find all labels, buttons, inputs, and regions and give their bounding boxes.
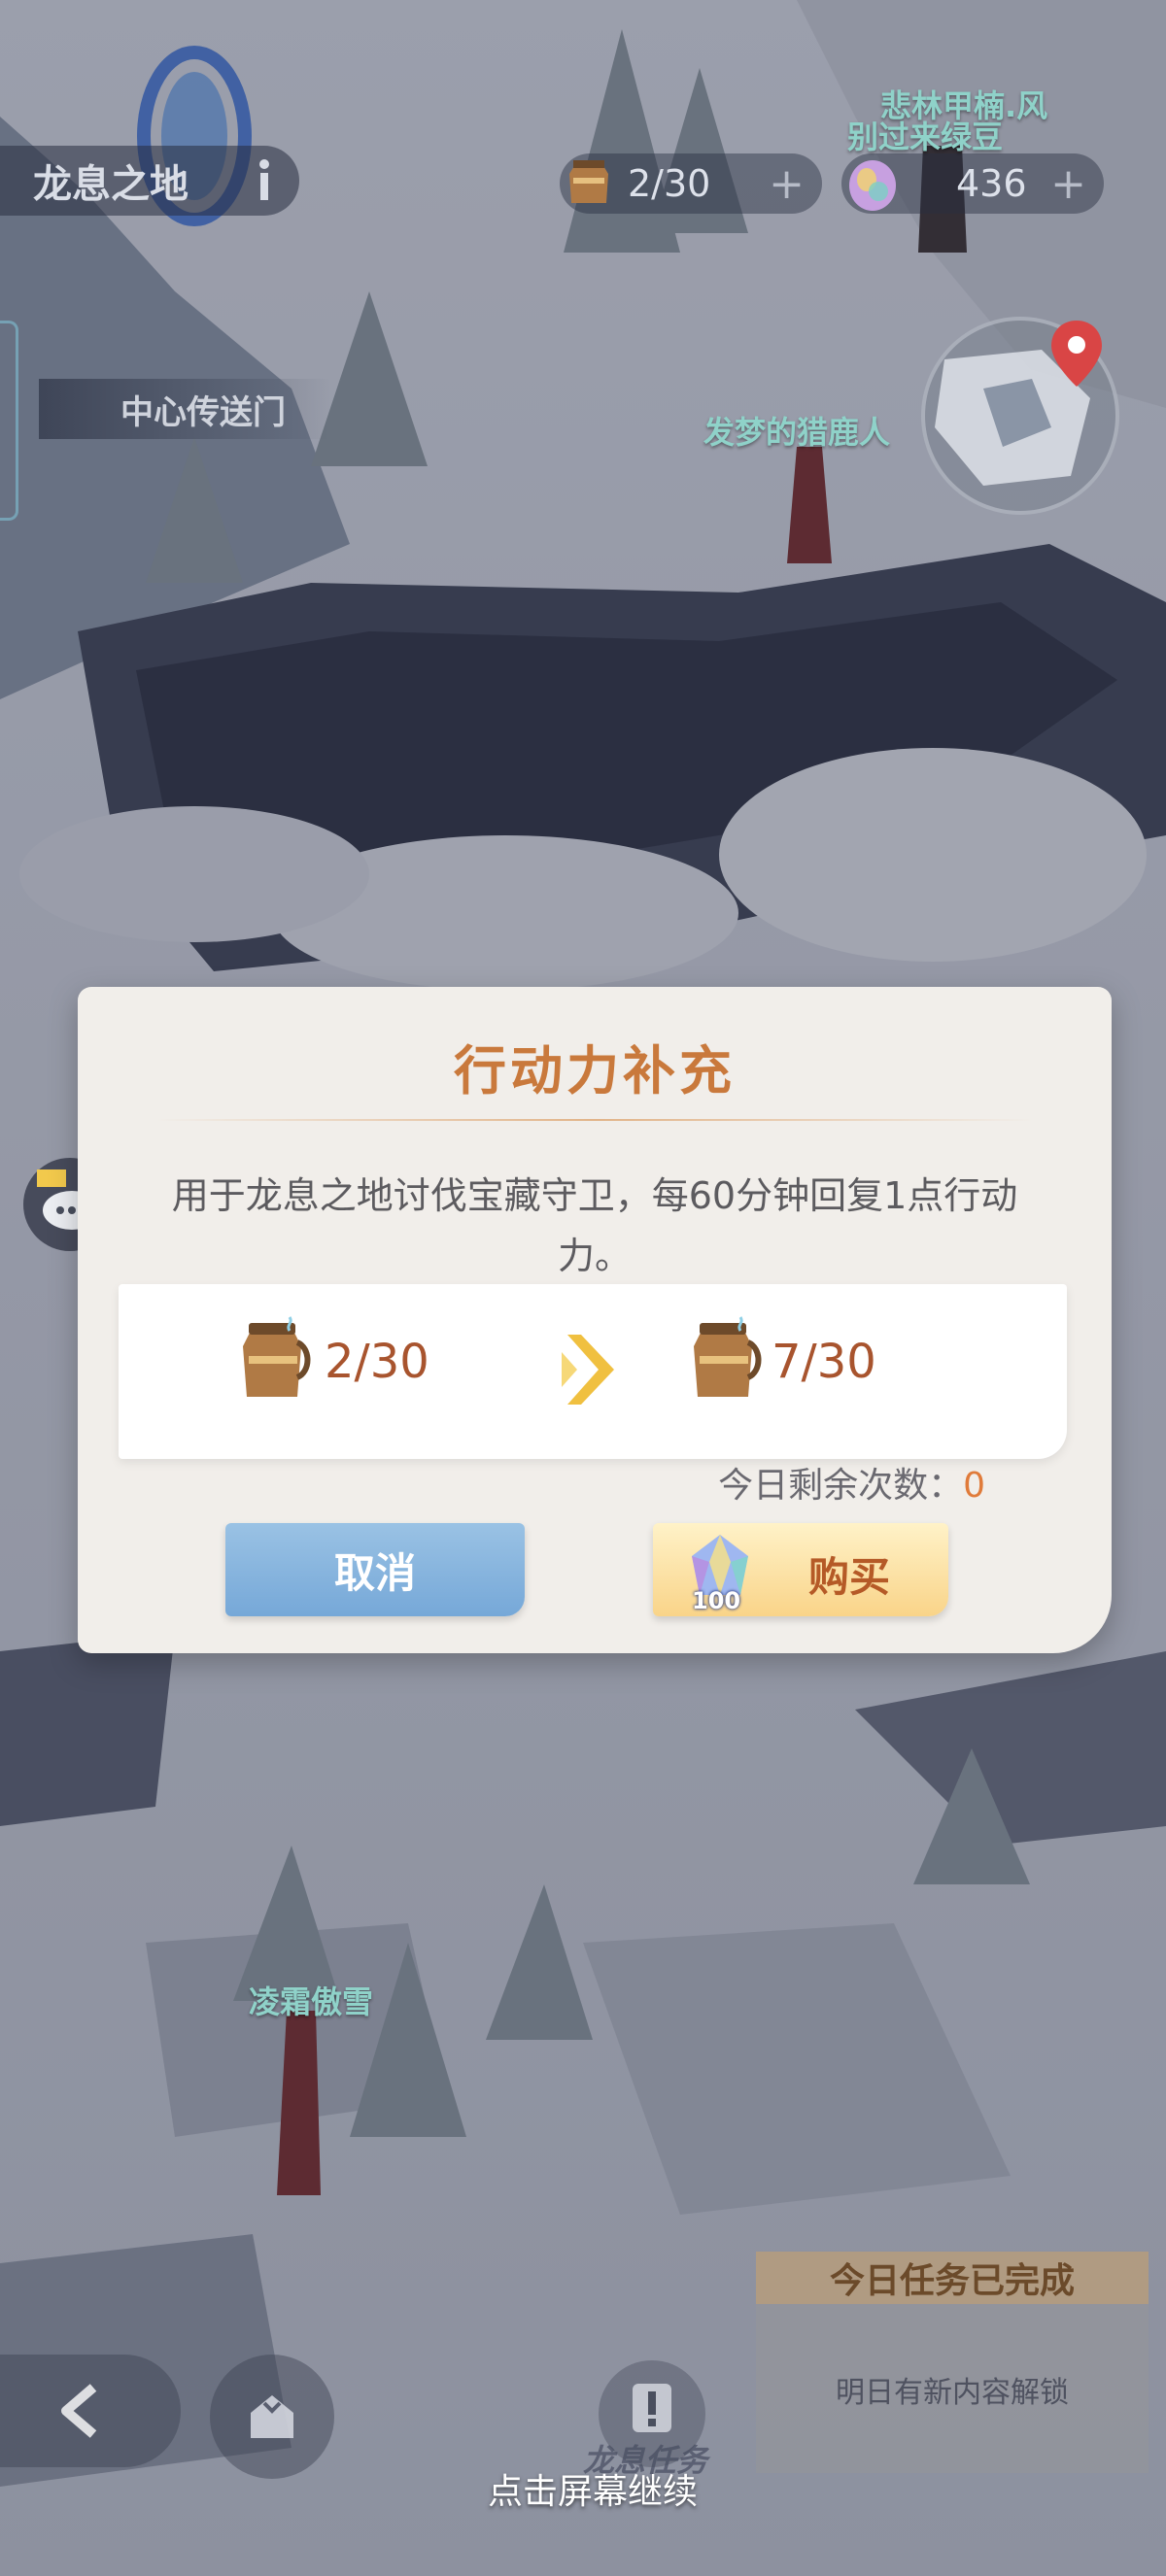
remaining-purchases: 今日剩余次数：0 xyxy=(718,1457,985,1508)
buy-price: 100 xyxy=(692,1587,741,1614)
title-divider xyxy=(155,1119,1034,1121)
stamina-jug-icon xyxy=(694,1316,762,1397)
gem-counter: 436 + xyxy=(841,153,1104,214)
player-name: 凌霜傲雪 xyxy=(249,1983,374,2020)
gem-value: 436 xyxy=(956,162,1027,205)
buy-button[interactable]: 100 购买 xyxy=(653,1523,948,1616)
stamina-jug-icon xyxy=(569,160,608,203)
remaining-count: 0 xyxy=(963,1466,985,1506)
side-panel-tab[interactable] xyxy=(0,321,18,521)
zone-title-bar: 龙息之地 xyxy=(0,146,299,216)
stamina-current: 2/30 xyxy=(325,1335,429,1389)
info-icon[interactable] xyxy=(258,159,270,202)
player-name: 发梦的猎鹿人 xyxy=(703,414,891,451)
arrow-right-icon xyxy=(562,1335,614,1405)
dialog-title: 行动力补充 xyxy=(454,1040,736,1102)
stamina-counter: 2/30 + xyxy=(560,153,822,214)
player-name: 别过来绿豆 xyxy=(847,119,1004,155)
buy-label: 购买 xyxy=(808,1553,891,1601)
stamina-refill-dialog: 行动力补充 用于龙息之地讨伐宝藏守卫，每60分钟回复1点行动力。 2/30 7/… xyxy=(78,987,1112,1653)
home-icon xyxy=(251,2395,293,2438)
back-button[interactable] xyxy=(0,2355,181,2467)
stamina-value: 2/30 xyxy=(628,162,711,205)
quest-header: 今日任务已完成 xyxy=(756,2252,1149,2304)
stamina-exchange-panel: 2/30 7/30 xyxy=(119,1284,1067,1459)
chevron-left-icon xyxy=(61,2384,97,2438)
add-stamina-button[interactable]: + xyxy=(769,159,805,209)
home-button[interactable] xyxy=(210,2355,334,2479)
gem-icon xyxy=(849,160,896,211)
add-gems-button[interactable]: + xyxy=(1050,159,1086,209)
portal-label[interactable]: 中心传送门 xyxy=(39,379,330,439)
daily-quest-panel[interactable]: 今日任务已完成 明日有新内容解锁 xyxy=(756,2252,1149,2473)
cancel-button[interactable]: 取消 xyxy=(225,1523,525,1616)
location-pin-icon xyxy=(1051,321,1102,387)
zone-name: 龙息之地 xyxy=(33,162,189,207)
remaining-label: 今日剩余次数： xyxy=(718,1466,964,1506)
quest-subtext: 明日有新内容解锁 xyxy=(836,2376,1069,2410)
stamina-jug-icon xyxy=(243,1316,311,1397)
dialog-description: 用于龙息之地讨伐宝藏守卫，每60分钟回复1点行动力。 xyxy=(171,1174,1018,1277)
tap-to-continue[interactable]: 点击屏幕继续 xyxy=(0,2463,1166,2514)
stamina-after: 7/30 xyxy=(772,1335,876,1389)
